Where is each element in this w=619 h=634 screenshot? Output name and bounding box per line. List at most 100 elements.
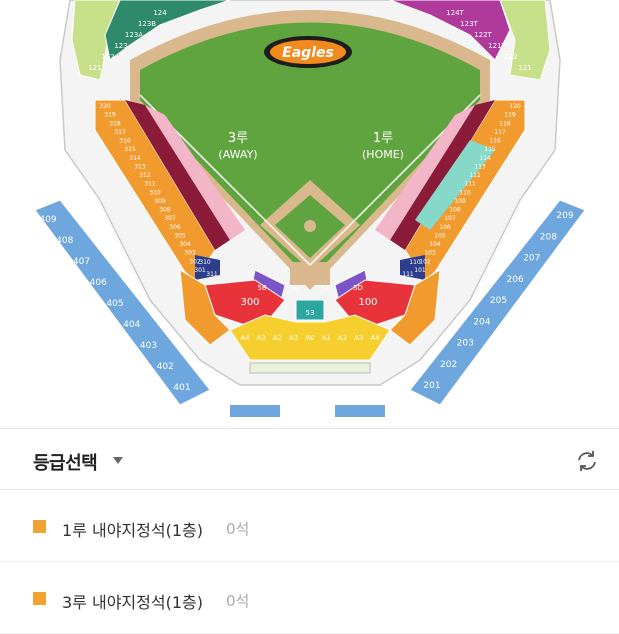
- section-label[interactable]: 5D: [353, 284, 363, 292]
- section-label[interactable]: 203: [457, 339, 474, 349]
- section-label[interactable]: 124T: [446, 9, 464, 17]
- section-label[interactable]: 304: [179, 241, 191, 248]
- section-label[interactable]: 307: [164, 215, 176, 222]
- section-label[interactable]: 5C: [289, 284, 298, 292]
- section-label[interactable]: A3: [257, 334, 266, 342]
- home-label: 1루: [373, 131, 393, 146]
- section-label[interactable]: 406: [90, 278, 107, 288]
- seat-count: 0석: [226, 520, 250, 538]
- section-label[interactable]: 102: [419, 258, 431, 265]
- section-label[interactable]: 401: [173, 383, 190, 393]
- section-label[interactable]: 306: [169, 224, 181, 231]
- section-label[interactable]: 305: [174, 232, 186, 239]
- section-label[interactable]: 311: [206, 271, 218, 278]
- section-label[interactable]: 111: [464, 181, 476, 188]
- section-label[interactable]: A4: [370, 334, 380, 342]
- section-label[interactable]: 314: [129, 155, 141, 162]
- section-label[interactable]: 109: [454, 198, 466, 205]
- section-label[interactable]: 113: [474, 163, 486, 170]
- section-label[interactable]: 119: [504, 112, 516, 119]
- section-label[interactable]: 122: [101, 53, 114, 61]
- section-label[interactable]: 5A: [321, 284, 330, 292]
- section-label[interactable]: 122T: [474, 31, 492, 39]
- section-label[interactable]: 110: [459, 189, 471, 196]
- chevron-down-icon[interactable]: [113, 457, 123, 464]
- section-label[interactable]: 310: [199, 259, 211, 266]
- section-label[interactable]: 108: [449, 207, 461, 214]
- section-label[interactable]: 403: [140, 341, 157, 351]
- section-label[interactable]: 209: [556, 211, 573, 221]
- section-label[interactable]: 407: [73, 257, 90, 267]
- section-label[interactable]: 201: [423, 381, 440, 391]
- section-label[interactable]: 103: [424, 250, 436, 257]
- section-label[interactable]: 204: [473, 317, 490, 327]
- stadium-seat-map[interactable]: Eagles 3루 (AWAY) 1루 (HOME) 121 122 123 1…: [0, 0, 619, 428]
- section-label[interactable]: A2: [338, 334, 347, 342]
- section-label[interactable]: 300: [240, 297, 259, 308]
- section-label[interactable]: 123: [114, 42, 127, 50]
- section-label[interactable]: 120: [509, 103, 521, 110]
- section-label[interactable]: 110: [409, 259, 421, 266]
- section-label[interactable]: 315: [124, 146, 136, 153]
- section-label[interactable]: 208: [540, 232, 557, 242]
- section-label[interactable]: 112: [469, 172, 481, 179]
- section-label[interactable]: 409: [39, 215, 56, 225]
- section-label[interactable]: 319: [104, 112, 116, 119]
- section-label[interactable]: 320: [99, 103, 111, 110]
- section-label[interactable]: 105: [434, 232, 446, 239]
- section-label[interactable]: 123T: [460, 20, 478, 28]
- section-label[interactable]: 404: [123, 320, 140, 330]
- section-label[interactable]: 123A: [125, 31, 143, 39]
- section-label[interactable]: A4: [240, 334, 250, 342]
- section-label[interactable]: A0: [305, 334, 314, 342]
- section-label[interactable]: A3: [354, 334, 363, 342]
- section-label[interactable]: A1: [322, 334, 331, 342]
- grade-item-2[interactable]: 3루 내야지정석(1층) 0석: [0, 562, 619, 634]
- section-label[interactable]: 312: [139, 172, 151, 179]
- section-label[interactable]: 5B: [257, 284, 266, 292]
- section-label[interactable]: 104: [429, 241, 441, 248]
- section-label[interactable]: 301: [194, 267, 206, 274]
- section-label[interactable]: 117: [494, 129, 506, 136]
- refresh-icon[interactable]: [574, 448, 600, 474]
- section-label[interactable]: 100: [358, 297, 377, 308]
- grade-name: 1루 내야지정석(1층): [62, 521, 203, 540]
- section-label[interactable]: 303: [184, 250, 196, 257]
- section-label[interactable]: A1: [289, 334, 298, 342]
- section-label[interactable]: 121T: [488, 42, 506, 50]
- away-label: 3루: [228, 131, 248, 146]
- section-label[interactable]: A2: [273, 334, 282, 342]
- section-label[interactable]: 202: [440, 360, 457, 370]
- grade-item-1[interactable]: 1루 내야지정석(1층) 0석: [0, 490, 619, 562]
- section-label[interactable]: 122: [504, 53, 517, 61]
- grade-select-title[interactable]: 등급선택: [33, 449, 98, 475]
- section-label[interactable]: 101: [414, 267, 426, 274]
- section-label[interactable]: 309: [154, 198, 166, 205]
- section-label[interactable]: 106: [439, 224, 451, 231]
- section-label[interactable]: 118: [499, 120, 511, 127]
- section-label[interactable]: 121: [88, 64, 101, 72]
- section-label[interactable]: 316: [119, 138, 131, 145]
- section-label[interactable]: 408: [56, 236, 73, 246]
- section-label[interactable]: 308: [159, 207, 171, 214]
- section-label[interactable]: 111: [402, 271, 414, 278]
- section-label[interactable]: 207: [523, 254, 540, 264]
- section-label[interactable]: 53: [306, 309, 315, 317]
- section-label[interactable]: 205: [490, 296, 507, 306]
- section-label[interactable]: 116: [489, 138, 501, 145]
- section-label[interactable]: 311: [144, 181, 156, 188]
- section-label[interactable]: 402: [157, 362, 174, 372]
- section-label[interactable]: 123B: [138, 20, 156, 28]
- section-label[interactable]: 317: [114, 129, 126, 136]
- section-label[interactable]: 124: [153, 9, 167, 17]
- section-label[interactable]: 318: [109, 120, 121, 127]
- section-label[interactable]: 310: [149, 189, 161, 196]
- section-label[interactable]: 313: [134, 163, 146, 170]
- home-sub-label: (HOME): [362, 148, 404, 161]
- section-label[interactable]: 405: [106, 299, 123, 309]
- section-label[interactable]: 114: [479, 155, 491, 162]
- section-label[interactable]: 206: [507, 275, 524, 285]
- section-label[interactable]: 107: [444, 215, 456, 222]
- section-label[interactable]: 115: [484, 146, 496, 153]
- section-label[interactable]: 121: [518, 64, 531, 72]
